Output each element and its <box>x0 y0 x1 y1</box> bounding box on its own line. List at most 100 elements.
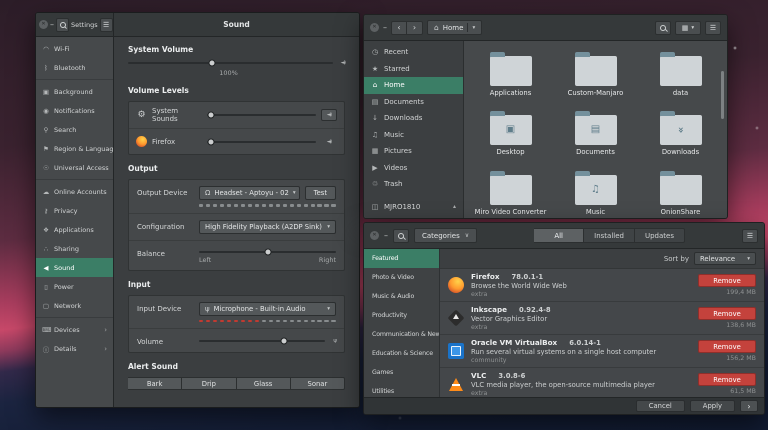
sidebar-item-music[interactable]: ♫ Music <box>364 127 463 144</box>
chevron-down-icon: ▾ <box>327 224 330 230</box>
sidebar-item-online-accounts[interactable]: ☁ Online Accounts <box>36 182 113 201</box>
category-photo-video[interactable]: Photo & Video <box>364 268 439 287</box>
category-music-audio[interactable]: Music & Audio <box>364 287 439 306</box>
folder-item[interactable]: data <box>638 51 723 97</box>
sidebar-item-network[interactable]: ▢ Network <box>36 296 113 315</box>
sidebar-item-trash[interactable]: ♲ Trash <box>364 176 463 193</box>
search-button[interactable] <box>393 229 409 243</box>
folder-item[interactable]: ♫ Music <box>553 170 638 216</box>
alert-sound-options: Bark Drip Glass Sonar <box>128 377 345 390</box>
category-games[interactable]: Games <box>364 363 439 382</box>
minimize-icon[interactable]: – <box>50 22 54 28</box>
slider-handle[interactable] <box>208 138 215 145</box>
sidebar-item-power[interactable]: ▯ Power <box>36 277 113 296</box>
search-button[interactable] <box>655 21 671 35</box>
sidebar-item-pictures[interactable]: ▦ Pictures <box>364 143 463 160</box>
category-communication-news[interactable]: Communication & News <box>364 325 439 344</box>
sidebar-item-devices[interactable]: ⌨ Devices › <box>36 320 113 339</box>
alert-sound-button[interactable]: Bark <box>128 377 182 390</box>
test-button[interactable]: Test <box>305 186 336 200</box>
package-row[interactable]: Oracle VM VirtualBox 6.0.14-1 Run severa… <box>440 335 764 368</box>
categories-dropdown[interactable]: Categories ∨ <box>414 228 477 243</box>
slider-handle[interactable] <box>280 338 287 345</box>
category-featured[interactable]: Featured <box>364 249 439 268</box>
sidebar-item-sharing[interactable]: ∴ Sharing <box>36 239 113 258</box>
category-productivity[interactable]: Productivity <box>364 306 439 325</box>
menu-button[interactable]: ☰ <box>100 18 113 32</box>
category-utilities[interactable]: Utilities <box>364 382 439 397</box>
sidebar-item-bluetooth[interactable]: ᛒ Bluetooth <box>36 58 113 77</box>
sidebar-item-downloads[interactable]: ↓ Downloads <box>364 110 463 127</box>
tab-installed[interactable]: Installed <box>584 228 635 243</box>
sidebar-item-search[interactable]: ⚲ Search <box>36 120 113 139</box>
next-button[interactable]: › <box>740 400 758 412</box>
slider-handle[interactable] <box>208 112 215 119</box>
menu-button[interactable]: ☰ <box>705 21 721 35</box>
alert-sound-button[interactable]: Drip <box>182 377 236 390</box>
slider-handle[interactable] <box>264 248 271 255</box>
back-button[interactable]: ‹ <box>391 21 407 35</box>
package-row[interactable]: Inkscape 0.92.4-8 Vector Graphics Editor… <box>440 302 764 335</box>
close-icon[interactable]: ✕ <box>370 231 379 240</box>
package-size: 61,5 MB <box>730 388 756 395</box>
alert-sound-button[interactable]: Sonar <box>291 377 345 390</box>
scrollbar[interactable] <box>721 71 724 119</box>
folder-item[interactable]: ▤ Documents <box>553 110 638 156</box>
tab-all[interactable]: All <box>534 228 584 243</box>
folder-item[interactable]: Custom-Manjaro <box>553 51 638 97</box>
path-button[interactable]: ⌂ Home ▾ <box>427 20 482 35</box>
sidebar-item-recent[interactable]: ◷ Recent <box>364 44 463 61</box>
sort-dropdown[interactable]: Relevance ▾ <box>694 252 756 265</box>
minimize-icon[interactable]: – <box>384 233 388 239</box>
folder-item[interactable]: ▣ Desktop <box>468 110 553 156</box>
package-row[interactable]: VLC 3.0.8-6 VLC media player, the open-s… <box>440 368 764 397</box>
sidebar-item-privacy[interactable]: ⚷ Privacy <box>36 201 113 220</box>
sidebar-item-universal-access[interactable]: ☉ Universal Access <box>36 158 113 177</box>
sidebar-item-applications[interactable]: ❖ Applications <box>36 220 113 239</box>
sidebar-item-home[interactable]: ⌂ Home <box>364 77 463 94</box>
sidebar-item-videos[interactable]: ▶ Videos <box>364 160 463 177</box>
remove-button[interactable]: Remove <box>698 274 756 287</box>
folder-item[interactable]: » Downloads <box>638 110 723 156</box>
folder-item[interactable]: Applications <box>468 51 553 97</box>
close-icon[interactable]: ✕ <box>39 20 48 29</box>
balance-slider[interactable] <box>199 251 336 253</box>
sidebar-item-notifications[interactable]: ◉ Notifications <box>36 101 113 120</box>
close-icon[interactable]: ✕ <box>370 23 379 32</box>
sidebar-item-documents[interactable]: ▤ Documents <box>364 94 463 111</box>
system-sounds-slider[interactable] <box>207 114 316 116</box>
apply-button[interactable]: Apply <box>690 400 735 412</box>
eject-icon[interactable]: ▴ <box>453 203 456 210</box>
view-options-button[interactable]: ▦ ▾ <box>675 21 701 35</box>
slider-handle[interactable] <box>208 60 215 67</box>
tab-updates[interactable]: Updates <box>635 228 685 243</box>
menu-button[interactable]: ☰ <box>742 229 758 243</box>
system-volume-slider[interactable] <box>128 62 333 64</box>
input-volume-slider[interactable] <box>199 340 325 342</box>
remove-button[interactable]: Remove <box>698 307 756 320</box>
package-row[interactable]: Firefox 78.0.1-1 Browse the World Wide W… <box>440 269 764 302</box>
firefox-volume-slider[interactable] <box>207 141 316 143</box>
category-label: Education & Science <box>372 350 433 357</box>
sidebar-item-starred[interactable]: ★ Starred <box>364 61 463 78</box>
sidebar-item-region-language[interactable]: ⚑ Region & Language <box>36 139 113 158</box>
mute-button[interactable]: ◄) <box>321 109 337 121</box>
cancel-button[interactable]: Cancel <box>636 400 685 412</box>
input-device-dropdown[interactable]: ψ Microphone - Built-in Audio ▾ <box>199 302 336 316</box>
forward-button[interactable]: › <box>407 21 423 35</box>
sidebar-item-mjro1810[interactable]: ◫ MJRO1810 ▴ <box>364 199 463 216</box>
folder-item[interactable]: OnionShare <box>638 170 723 216</box>
sidebar-item-details[interactable]: ⓘ Details › <box>36 339 113 358</box>
sidebar-item-wifi[interactable]: ◠ Wi-Fi <box>36 39 113 58</box>
configuration-dropdown[interactable]: High Fidelity Playback (A2DP Sink) ▾ <box>199 220 336 234</box>
sidebar-item-background[interactable]: ▣ Background <box>36 82 113 101</box>
alert-sound-button[interactable]: Glass <box>237 377 291 390</box>
sidebar-item-sound[interactable]: ◀ Sound <box>36 258 113 277</box>
folder-item[interactable]: Miro Video Converter <box>468 170 553 216</box>
minimize-icon[interactable]: – <box>383 25 387 31</box>
category-education-science[interactable]: Education & Science <box>364 344 439 363</box>
remove-button[interactable]: Remove <box>698 373 756 386</box>
search-button[interactable] <box>56 18 69 32</box>
remove-button[interactable]: Remove <box>698 340 756 353</box>
output-device-dropdown[interactable]: Ω Headset - Aptoyu - 02 ▾ <box>199 186 300 200</box>
